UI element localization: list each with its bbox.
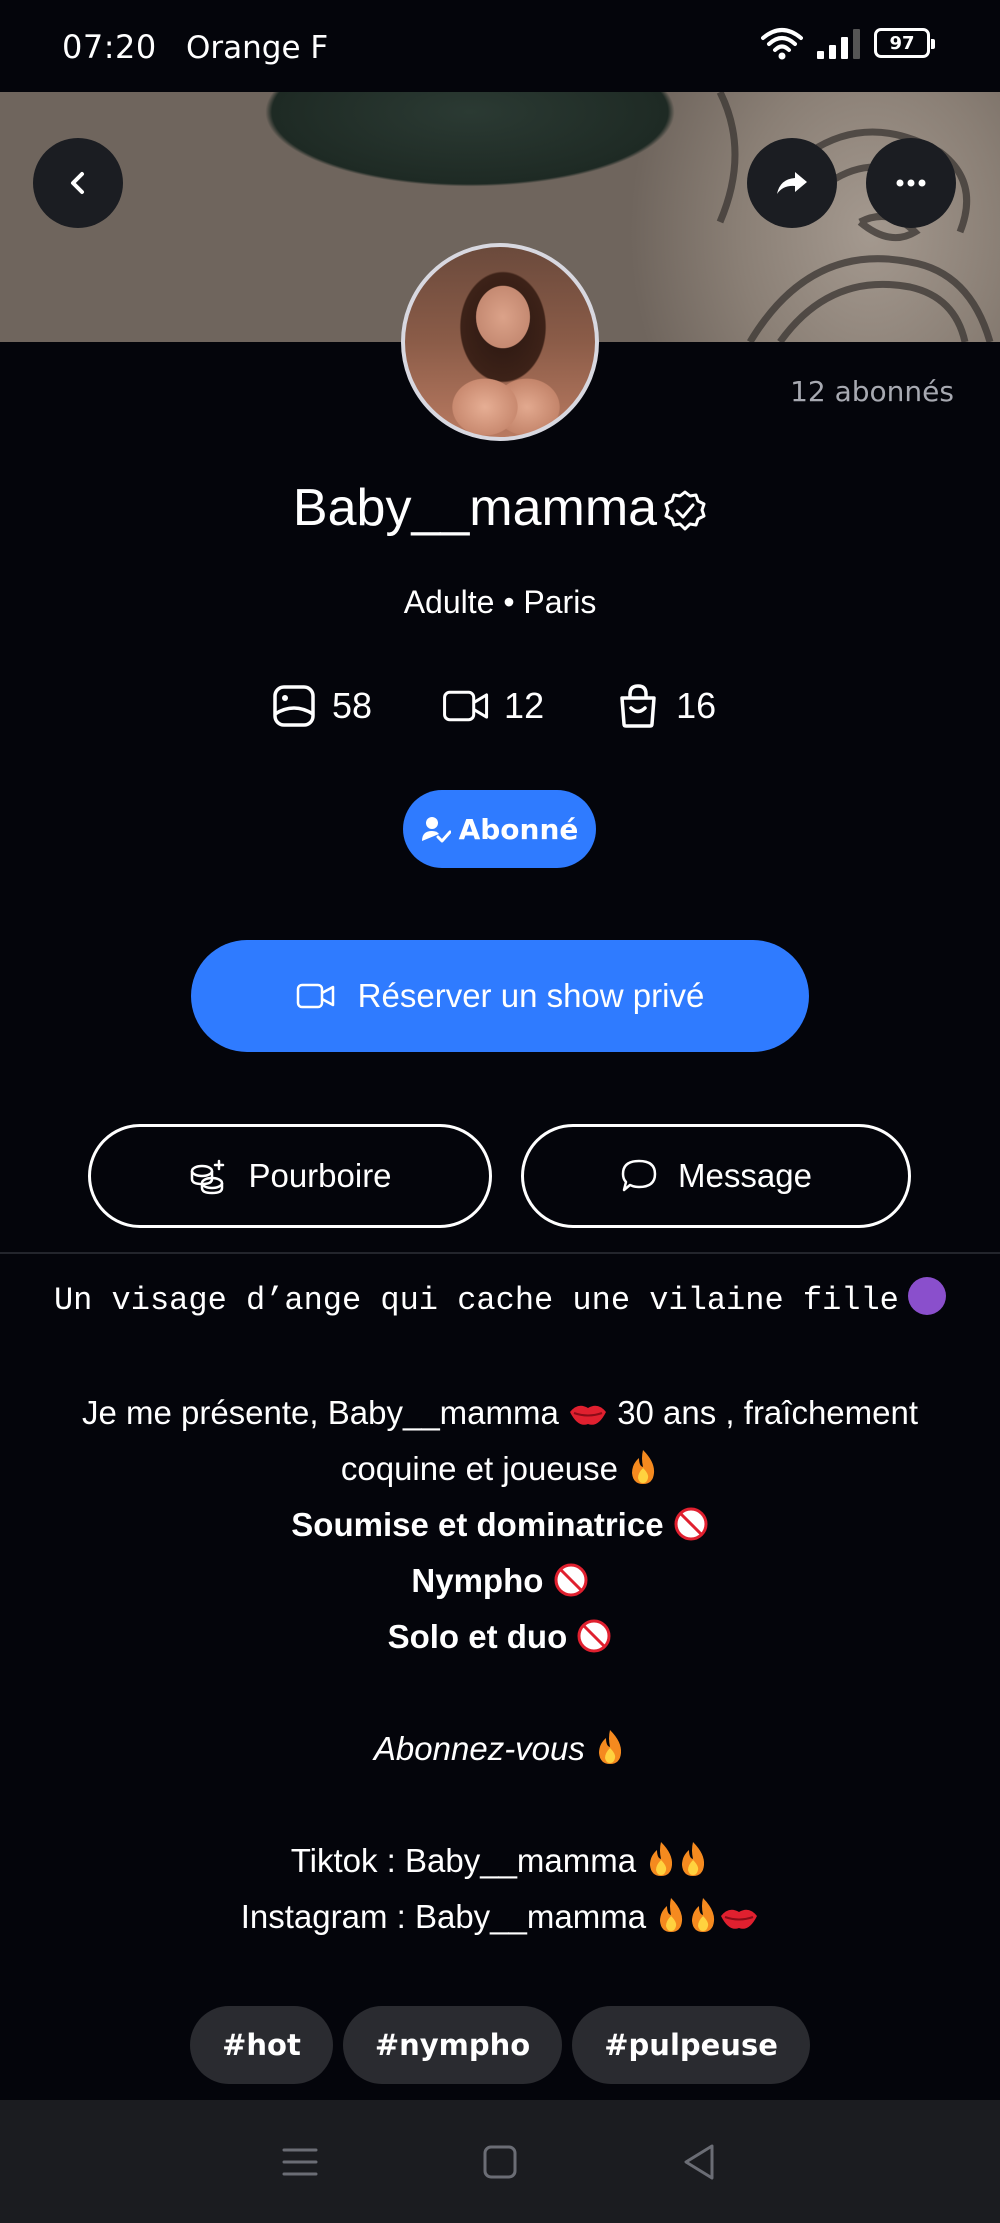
chevron-left-icon [71,172,84,194]
stat-photos-count: 58 [332,685,373,726]
user-check-icon [421,817,451,843]
message-label: Message [678,1157,812,1194]
back-button[interactable] [33,138,123,228]
video-camera-icon [443,690,489,722]
signal-icon [817,27,860,59]
bio-line-5: Nympho [0,1553,1000,1609]
subscribed-label: Abonné [458,812,579,846]
system-navigation-bar [0,2100,1000,2223]
bio-line-7: Abonnez-vous [0,1721,1000,1777]
back-triangle-icon[interactable] [678,2140,722,2184]
stat-products-count: 16 [676,685,717,726]
bio-line-8: Tiktok : Baby__mamma [0,1833,1000,1889]
stat-videos-count: 12 [504,685,545,726]
status-icons: 97 [761,26,935,60]
menu-lines-icon[interactable] [278,2140,322,2184]
section-divider [0,1252,1000,1254]
smiling-devil-emoji-icon [908,1277,947,1315]
tip-button[interactable]: Pourboire [88,1124,492,1228]
profile-name: Baby__mamma [292,479,658,537]
chat-bubble-icon [621,1159,657,1192]
fire-emoji-icon [650,1842,673,1876]
profile-location: Adulte • Paris [403,584,597,620]
kiss-lips-emoji-icon [721,1909,758,1929]
profile-bio: Un visage d’ange qui cache une vilaine f… [0,1270,1000,1945]
profile-name-row: Baby__mamma [0,478,1000,538]
fire-emoji-icon [682,1842,705,1876]
tip-label: Pourboire [248,1157,392,1194]
book-private-show-button[interactable]: Réserver un show privé [191,940,809,1052]
no-under-18-emoji-icon [577,1619,611,1653]
battery-icon: 97 [874,28,935,58]
home-square-icon[interactable] [478,2140,522,2184]
share-arrow-icon [777,172,807,194]
bio-line-9: Instagram : Baby__mamma [0,1889,1000,1945]
stat-products[interactable]: 16 [614,682,716,730]
photo-icon [273,685,315,727]
share-button[interactable] [747,138,837,228]
bio-line-1: Un visage d’ange qui cache une vilaine f… [0,1270,1000,1329]
status-time: 07:20 [62,28,157,66]
bio-line-3: coquine et joueuse [0,1441,1000,1497]
profile-avatar[interactable] [401,243,599,441]
verified-badge-icon [664,490,706,531]
status-carrier: Orange F [186,30,329,66]
kiss-lips-emoji-icon [570,1405,607,1425]
fire-emoji-icon [599,1730,622,1764]
no-under-18-emoji-icon [674,1507,708,1541]
subscribed-button[interactable]: Abonné [403,790,596,868]
cover-tattoo-pattern [716,92,994,342]
video-camera-icon [296,983,334,1009]
bio-line-4: Soumise et dominatrice [0,1497,1000,1553]
more-dots-icon [896,179,926,187]
stat-photos[interactable]: 58 [270,682,372,730]
hashtag-chip[interactable]: #nympho [342,2006,563,2084]
bio-line-6: Solo et duo [0,1609,1000,1665]
coins-icon [191,1159,225,1195]
more-options-button[interactable] [866,138,956,228]
fire-emoji-icon [692,1898,715,1932]
battery-level: 97 [889,32,915,54]
fire-emoji-icon [660,1898,683,1932]
hashtag-chip[interactable]: #hot [190,2006,333,2084]
shopping-bag-icon [620,684,656,728]
message-button[interactable]: Message [521,1124,911,1228]
wifi-icon [761,28,803,60]
bio-line-2: Je me présente, Baby__mamma 30 ans , fra… [81,1394,919,1431]
profile-stats: 58 12 16 [270,682,716,730]
stat-videos[interactable]: 12 [442,682,544,730]
hashtag-list: #hot #nympho #pulpeuse [0,2006,1000,2084]
no-under-18-emoji-icon [554,1563,588,1597]
book-private-show-label: Réserver un show privé [357,977,705,1014]
fire-emoji-icon [632,1450,655,1484]
hashtag-chip[interactable]: #pulpeuse [572,2006,810,2084]
status-bar: 07:20 Orange F 97 [0,0,1000,92]
subscriber-count: 12 abonnés [790,375,954,408]
